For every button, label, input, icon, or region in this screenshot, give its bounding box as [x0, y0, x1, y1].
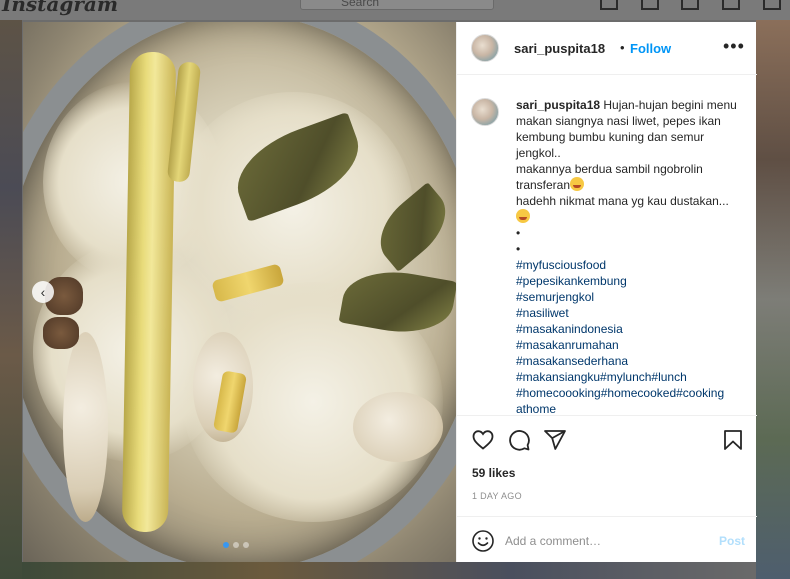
- caption-body: sari_puspita18 Hujan-hujan begini menu m…: [516, 97, 746, 161]
- spice: [43, 317, 79, 349]
- hashtag-link[interactable]: #pepesikankembung: [516, 273, 746, 289]
- caption-line: hadehh nikmat mana yg kau dustakan...: [516, 194, 729, 208]
- carousel-dot: [243, 542, 249, 548]
- post-side-panel: sari_puspita18 • Follow ••• sari_puspita…: [456, 22, 757, 565]
- caption-username[interactable]: sari_puspita18: [516, 98, 600, 112]
- avatar[interactable]: [471, 98, 499, 126]
- separator-dot: •: [620, 40, 625, 55]
- likes-count[interactable]: 59 likes: [472, 466, 515, 480]
- grin-emoji-icon: [516, 209, 530, 223]
- home-icon: [600, 0, 618, 10]
- share-icon[interactable]: [543, 428, 567, 452]
- post-caption: sari_puspita18 Hujan-hujan begini menu m…: [516, 97, 746, 415]
- chevron-left-icon: ‹: [40, 284, 46, 300]
- carousel-dot: [223, 542, 229, 548]
- shallot: [353, 392, 443, 462]
- caption-line: makannya berdua sambil ngobrolin transfe…: [516, 161, 746, 193]
- hashtag-link[interactable]: #masakansederhana: [516, 353, 746, 369]
- hashtag-link[interactable]: #semurjengkol: [516, 289, 746, 305]
- caption-area: sari_puspita18 Hujan-hujan begini menu m…: [457, 75, 757, 415]
- username-link[interactable]: sari_puspita18: [514, 41, 605, 56]
- tongue-emoji-icon: [570, 177, 585, 191]
- messenger-icon: [641, 0, 659, 10]
- caption-bullet: •: [516, 242, 521, 256]
- more-options-icon[interactable]: •••: [723, 36, 745, 57]
- hashtag-link[interactable]: #homecoooking#homecooked#cooking: [516, 385, 746, 401]
- hashtag-link[interactable]: #myfusciousfood: [516, 257, 746, 273]
- follow-button[interactable]: Follow: [630, 41, 671, 56]
- hashtag-link[interactable]: #makansiangku#mylunch#lunch: [516, 369, 746, 385]
- caption-line: [516, 209, 746, 225]
- background-grid-right: [756, 20, 790, 579]
- lemongrass: [121, 51, 177, 533]
- explore-icon: [681, 0, 699, 10]
- background-grid-left: [0, 20, 22, 579]
- profile-icon: [763, 0, 781, 10]
- shallot: [63, 332, 108, 522]
- hashtag-link[interactable]: #nasiliwet: [516, 305, 746, 321]
- carousel-prev-button[interactable]: ‹: [32, 281, 54, 303]
- activity-icon: [722, 0, 740, 10]
- hashtag-link[interactable]: #masakanrumahan: [516, 337, 746, 353]
- hashtag-link[interactable]: athome: [516, 401, 746, 415]
- comment-bar: Post: [457, 516, 757, 563]
- caption-bullet: •: [516, 226, 521, 240]
- post-header: sari_puspita18 • Follow •••: [457, 22, 757, 75]
- comment-icon[interactable]: [507, 428, 531, 452]
- background-search: Search: [300, 0, 494, 10]
- bookmark-icon[interactable]: [721, 428, 745, 452]
- post-timestamp[interactable]: 1 DAY AGO: [472, 491, 522, 501]
- post-actions: 59 likes 1 DAY AGO Post: [457, 415, 757, 565]
- avatar[interactable]: [471, 34, 499, 62]
- site-logo: Instagram: [2, 0, 118, 16]
- post-comment-button[interactable]: Post: [719, 534, 745, 548]
- post-modal: ‹ sari_puspita18 • Follow ••• sari_puspi…: [23, 22, 757, 565]
- post-photo[interactable]: ‹: [23, 22, 456, 562]
- emoji-icon[interactable]: [471, 529, 495, 553]
- carousel-dots: [223, 542, 249, 548]
- comment-input[interactable]: [505, 531, 705, 551]
- caption-text: makannya berdua sambil ngobrolin transfe…: [516, 162, 703, 192]
- carousel-dot: [233, 542, 239, 548]
- heart-icon[interactable]: [471, 428, 495, 452]
- background-topbar: Instagram Search: [0, 0, 790, 20]
- hashtag-link[interactable]: #masakanindonesia: [516, 321, 746, 337]
